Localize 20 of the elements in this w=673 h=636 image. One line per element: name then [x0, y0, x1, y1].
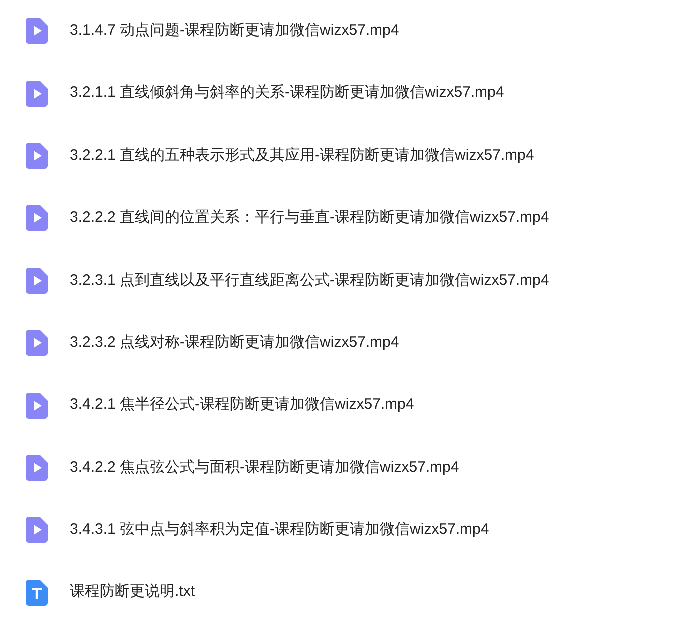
file-name[interactable]: 3.1.4.7 动点问题-课程防断更请加微信wizx57.mp4	[70, 20, 400, 42]
file-name[interactable]: 3.4.2.1 焦半径公式-课程防断更请加微信wizx57.mp4	[70, 394, 414, 417]
video-file-icon	[26, 268, 48, 294]
file-name[interactable]: 3.4.2.2 焦点弦公式与面积-课程防断更请加微信wizx57.mp4	[70, 456, 460, 480]
file-name[interactable]: 3.2.3.1 点到直线以及平行直线距离公式-课程防断更请加微信wizx57.mp4	[70, 270, 550, 292]
file-name[interactable]: 3.2.1.1 直线倾斜角与斜率的关系-课程防断更请加微信wizx57.mp4	[70, 82, 504, 105]
video-file-icon	[26, 330, 48, 356]
video-file-icon	[26, 80, 48, 107]
video-file-icon	[26, 205, 48, 232]
file-name[interactable]: 课程防断更说明.txt	[70, 581, 196, 604]
video-file-icon	[26, 18, 48, 44]
file-name[interactable]: 3.2.3.2 点线对称-课程防断更请加微信wizx57.mp4	[70, 332, 400, 354]
file-name[interactable]: 3.2.2.1 直线的五种表示形式及其应用-课程防断更请加微信wizx57.mp4	[70, 144, 534, 168]
video-file-icon	[26, 454, 48, 481]
text-file-icon	[26, 580, 48, 606]
video-file-icon	[26, 142, 48, 169]
file-name[interactable]: 3.4.3.1 弦中点与斜率积为定值-课程防断更请加微信wizx57.mp4	[70, 519, 490, 542]
file-name[interactable]: 3.2.2.2 直线间的位置关系：平行与垂直-课程防断更请加微信wizx57.mp4	[70, 207, 550, 230]
video-file-icon	[26, 392, 48, 419]
video-file-icon	[26, 517, 48, 544]
